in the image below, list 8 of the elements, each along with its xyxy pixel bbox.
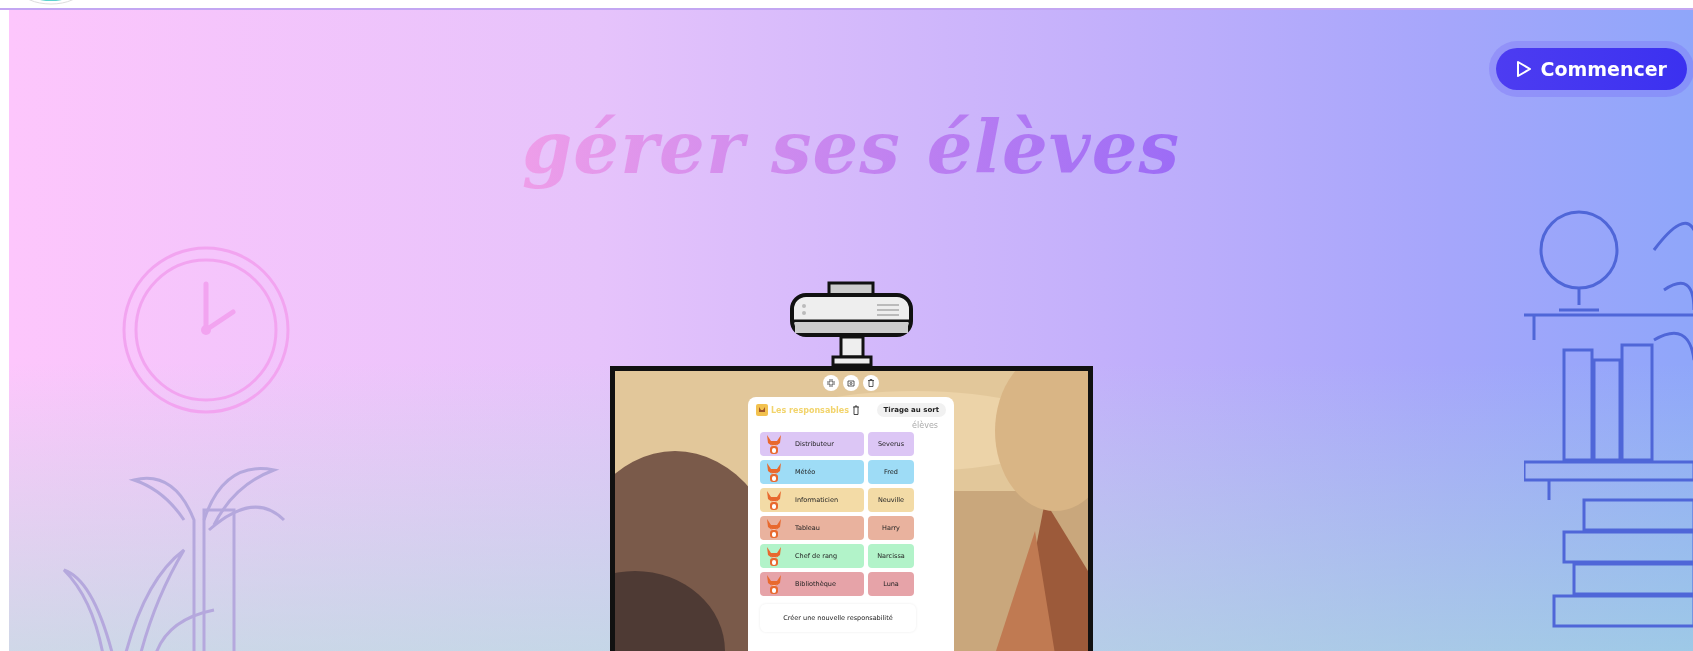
widget-title: Les responsables <box>771 405 849 415</box>
start-button[interactable]: Commencer <box>1496 48 1687 90</box>
column-header: élèves <box>911 421 938 431</box>
resize-icon <box>827 379 835 388</box>
play-icon <box>1516 60 1533 78</box>
trash-icon[interactable] <box>851 405 860 416</box>
trash-icon <box>867 379 875 388</box>
camera-icon <box>847 379 855 388</box>
